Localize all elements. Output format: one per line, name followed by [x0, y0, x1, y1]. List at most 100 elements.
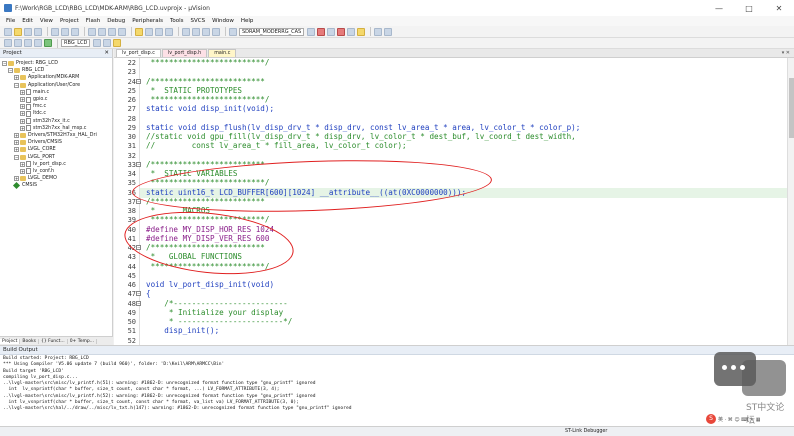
menu-item-tools[interactable]: Tools — [170, 18, 184, 24]
tree-item[interactable]: + ltdc.c — [2, 110, 112, 117]
expand-icon[interactable]: + — [14, 176, 19, 182]
pane-tab[interactable]: {} Funct... — [39, 338, 68, 344]
expand-icon[interactable]: + — [14, 132, 19, 138]
bookmark-icon[interactable] — [135, 27, 143, 36]
batch-build-icon[interactable] — [34, 39, 42, 47]
tree-item[interactable]: − Application/User/Core — [2, 82, 112, 89]
expand-icon[interactable]: + — [20, 161, 25, 167]
expand-icon[interactable]: + — [20, 125, 25, 131]
code-area[interactable]: 22 *************************/23 24−/*****… — [128, 58, 794, 345]
tree-item[interactable]: CMSIS — [2, 182, 112, 190]
close-button[interactable]: ✕ — [764, 0, 794, 16]
uncomment-icon[interactable] — [212, 27, 220, 36]
fold-toggle-icon[interactable]: − — [136, 161, 141, 167]
tree-item[interactable]: + gpio.c — [2, 96, 112, 103]
disable-breakpoint-icon[interactable] — [347, 27, 356, 36]
save-all-icon[interactable] — [34, 27, 42, 36]
tree-item[interactable]: + fmc.c — [2, 103, 112, 110]
menu-item-flash[interactable]: Flash — [86, 18, 100, 24]
find-icon[interactable] — [307, 27, 316, 36]
tree-item[interactable]: + Drivers/CMSIS — [2, 139, 112, 146]
manage-components-icon[interactable] — [103, 39, 112, 47]
translate-icon[interactable] — [4, 39, 12, 47]
unindent-icon[interactable] — [192, 27, 200, 36]
tree-item[interactable]: − Project: RBG_LCD — [2, 60, 112, 67]
menu-item-project[interactable]: Project — [60, 18, 79, 24]
tree-item[interactable]: + LVGL_CORE — [2, 146, 112, 153]
tree-item[interactable]: − LVGL_PORT — [2, 153, 112, 160]
debug-icon[interactable] — [317, 27, 326, 36]
expand-icon[interactable]: + — [20, 97, 25, 103]
menu-item-debug[interactable]: Debug — [107, 18, 125, 24]
vertical-scrollbar[interactable] — [787, 58, 794, 345]
menu-item-svcs[interactable]: SVCS — [191, 18, 206, 24]
build-icon[interactable] — [14, 39, 22, 47]
fold-toggle-icon[interactable]: − — [136, 78, 141, 84]
expand-icon[interactable]: + — [20, 118, 25, 124]
expand-icon[interactable]: + — [20, 168, 25, 174]
expand-icon[interactable]: + — [20, 111, 25, 117]
pane-tab[interactable]: Books — [20, 338, 39, 344]
find-in-files-icon[interactable] — [229, 27, 237, 36]
maximize-button[interactable]: □ — [734, 0, 764, 16]
save-icon[interactable] — [24, 27, 32, 36]
expand-icon[interactable]: + — [20, 89, 25, 95]
tree-item[interactable]: + stm32h7xx_it.c — [2, 118, 112, 125]
pack-installer-icon[interactable] — [113, 39, 122, 47]
pane-tab[interactable]: 0+ Temp... — [68, 338, 98, 344]
cut-icon[interactable] — [51, 27, 59, 36]
editor-tab[interactable]: lv_port_disp.c — [116, 49, 161, 57]
menu-item-edit[interactable]: Edit — [22, 18, 33, 24]
fold-toggle-icon[interactable]: − — [136, 198, 141, 204]
expand-icon[interactable]: + — [14, 140, 19, 146]
target-select[interactable]: RBG_LCD — [61, 39, 91, 47]
minimize-button[interactable]: — — [704, 0, 734, 16]
tree-item[interactable]: + stm32h7xx_hal_msp.c — [2, 125, 112, 132]
menu-item-help[interactable]: Help — [241, 18, 254, 24]
tree-item[interactable]: − RBG_LCD — [2, 67, 112, 74]
nav-back-icon[interactable] — [108, 27, 116, 36]
editor-tab[interactable]: main.c — [208, 49, 237, 57]
expand-icon[interactable]: + — [14, 75, 19, 81]
new-file-icon[interactable] — [4, 27, 12, 36]
tree-item[interactable]: + lv_conf.h — [2, 168, 112, 175]
find-combo[interactable]: SDRAM_MODERRG_CAS — [239, 27, 305, 36]
indent-icon[interactable] — [182, 27, 190, 36]
redo-icon[interactable] — [98, 27, 106, 36]
nav-forward-icon[interactable] — [118, 27, 126, 36]
close-icon[interactable]: ✕ — [104, 50, 109, 56]
pane-tab[interactable]: Project — [0, 338, 21, 344]
tree-item[interactable]: + Application/MDK-ARM — [2, 74, 112, 81]
menu-item-peripherals[interactable]: Peripherals — [132, 18, 163, 24]
tree-item[interactable]: + Drivers/STM32H7xx_HAL_Dri — [2, 132, 112, 139]
tree-item[interactable]: + LVGL_DEMO — [2, 175, 112, 182]
collapse-icon[interactable]: − — [14, 82, 19, 88]
bookmark-clear-icon[interactable] — [165, 27, 173, 36]
collapse-icon[interactable]: − — [14, 154, 19, 160]
copy-icon[interactable] — [61, 27, 69, 36]
kill-breakpoints-icon[interactable] — [357, 27, 366, 36]
fold-toggle-icon[interactable]: − — [136, 291, 141, 297]
collapse-icon[interactable]: − — [2, 61, 7, 67]
window-layout-icon[interactable] — [374, 27, 383, 36]
download-icon[interactable] — [44, 39, 52, 47]
comment-icon[interactable] — [202, 27, 210, 36]
rebuild-icon[interactable] — [24, 39, 32, 47]
config-icon[interactable] — [384, 27, 393, 36]
scrollbar-thumb[interactable] — [789, 78, 794, 138]
tree-item[interactable]: + lv_port_disp.c — [2, 161, 112, 168]
fold-toggle-icon[interactable]: − — [136, 245, 141, 250]
breakpoint-icon[interactable] — [327, 27, 336, 36]
open-folder-icon[interactable] — [14, 27, 22, 36]
undo-icon[interactable] — [88, 27, 96, 36]
menu-item-view[interactable]: View — [40, 18, 53, 24]
paste-icon[interactable] — [71, 27, 79, 36]
target-options-icon[interactable] — [93, 39, 102, 47]
bookmark-prev-icon[interactable] — [145, 27, 153, 36]
fold-toggle-icon[interactable]: − — [136, 300, 141, 306]
tab-menu-icon[interactable]: ▾ ✕ — [782, 50, 790, 56]
build-output-log[interactable]: Build started: Project: RBG_LCD *** Using… — [0, 355, 794, 414]
menu-item-window[interactable]: Window — [212, 18, 234, 24]
insert-breakpoint-icon[interactable] — [337, 27, 346, 36]
menu-item-file[interactable]: File — [6, 18, 15, 24]
